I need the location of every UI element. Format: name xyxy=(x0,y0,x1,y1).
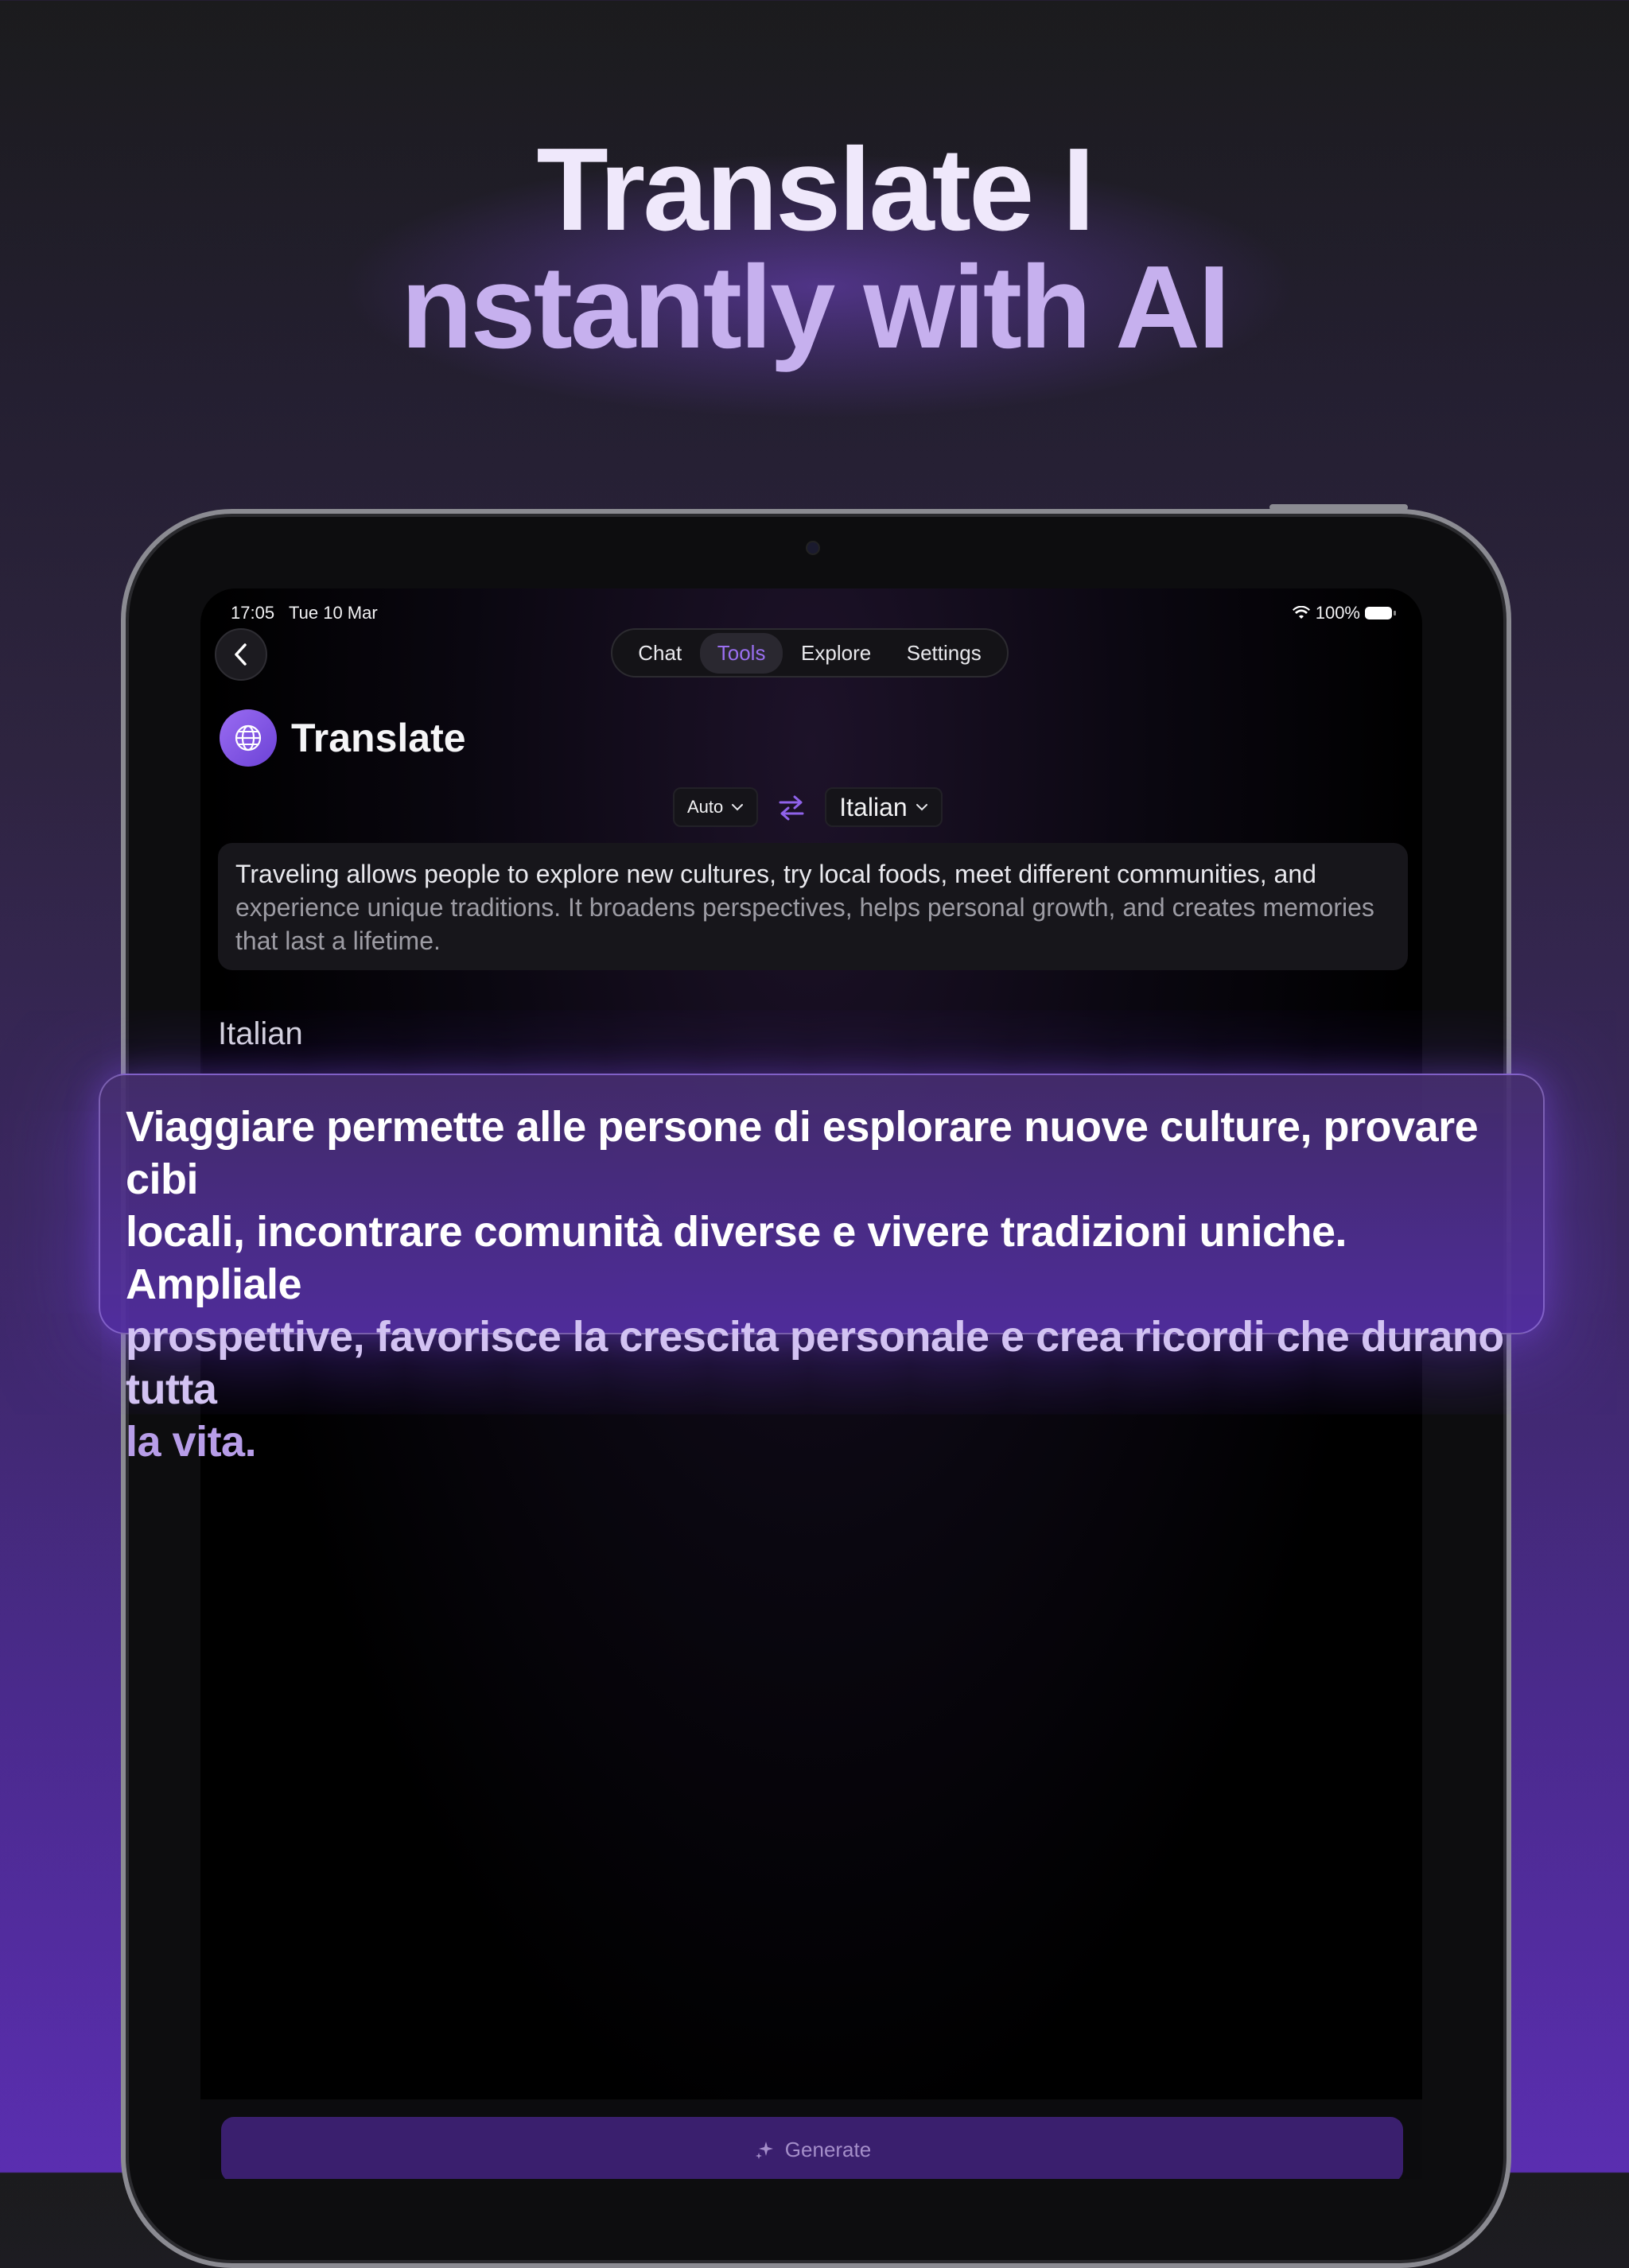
status-bar: 17:05 Tue 10 Mar 100% xyxy=(231,600,1396,627)
globe-icon xyxy=(220,709,277,767)
tab-chat[interactable]: Chat xyxy=(620,633,699,674)
translation-line-3: prospettive, favorisce la crescita perso… xyxy=(126,1313,1504,1413)
source-language-label: Auto xyxy=(687,797,724,817)
swap-arrows-icon[interactable] xyxy=(777,794,806,821)
translation-line-2: locali, incontrare comunità diverse e vi… xyxy=(126,1208,1347,1308)
output-language-label: Italian xyxy=(218,1016,303,1051)
source-text-line-3-text: that last a lifetime. xyxy=(235,926,441,955)
page-title: Translate xyxy=(291,716,466,760)
chevron-down-icon xyxy=(732,804,744,811)
tab-explore[interactable]: Explore xyxy=(783,633,888,674)
status-time: 17:05 xyxy=(231,603,275,623)
translation-line-1: Viaggiare permette alle persone di esplo… xyxy=(126,1103,1479,1203)
front-camera xyxy=(807,542,818,553)
sparkle-icon xyxy=(755,2142,773,2159)
main-tab-bar: Chat Tools Explore Settings xyxy=(611,628,1009,678)
source-text-line-2-text: experience unique traditions. It broaden… xyxy=(235,893,1374,922)
marketing-headline: Translate I nstantly with AI xyxy=(0,131,1629,367)
tab-settings[interactable]: Settings xyxy=(889,633,999,674)
source-text-field[interactable]: Traveling allows people to explore new c… xyxy=(218,843,1408,970)
headline-line-1: Translate I xyxy=(536,124,1094,255)
battery-icon xyxy=(1365,607,1396,619)
tab-tools[interactable]: Tools xyxy=(699,632,783,674)
translation-line-4: la vita. xyxy=(126,1418,257,1466)
source-text-line-1: Traveling allows people to explore new c… xyxy=(235,860,1316,888)
source-language-dropdown[interactable]: Auto xyxy=(673,787,759,827)
battery-percent: 100% xyxy=(1315,603,1360,623)
generate-button[interactable]: Generate xyxy=(221,2117,1403,2179)
generate-label: Generate xyxy=(784,2137,872,2161)
chevron-down-icon xyxy=(916,804,927,811)
target-language-dropdown[interactable]: Italian xyxy=(825,787,943,827)
target-language-label: Italian xyxy=(839,792,908,821)
translation-result-card: Viaggiare permette alle persone di esplo… xyxy=(99,1074,1545,1466)
chevron-left-icon xyxy=(235,643,247,666)
wifi-icon xyxy=(1292,606,1310,619)
source-text-line-3: that last a lifetime. xyxy=(235,924,1390,957)
page-header: Translate xyxy=(220,709,466,767)
language-selector-row: Auto Italian xyxy=(673,787,943,827)
status-date: Tue 10 Mar xyxy=(289,603,378,623)
back-button[interactable] xyxy=(215,628,267,681)
source-text-line-2: experience unique traditions. It broaden… xyxy=(235,891,1390,924)
headline-line-2: nstantly with AI xyxy=(400,242,1230,373)
